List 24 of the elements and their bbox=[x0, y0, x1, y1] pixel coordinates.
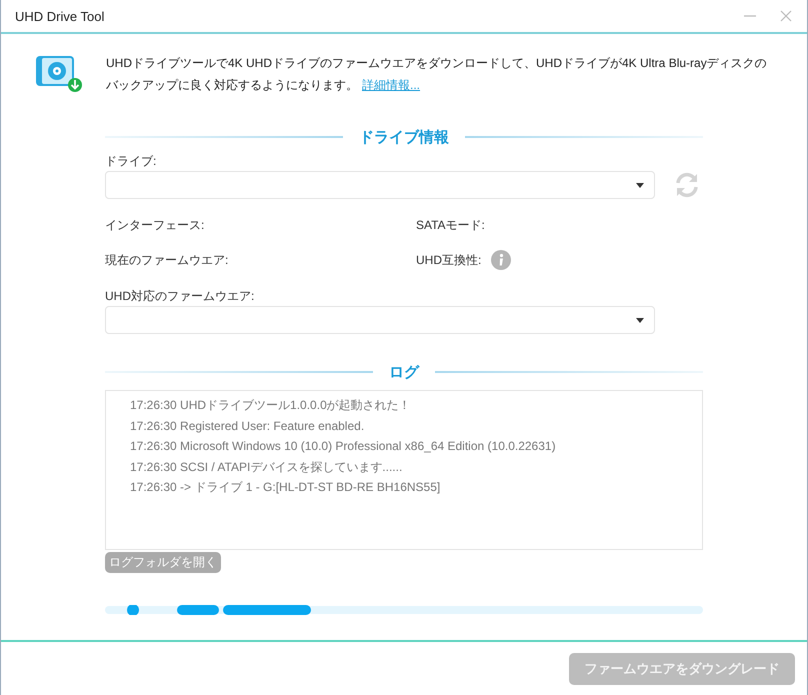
field-label: インターフェース: bbox=[105, 217, 206, 234]
dropdown-field[interactable] bbox=[105, 171, 655, 199]
field-label: SATAモード: bbox=[416, 217, 486, 234]
drive-download-icon bbox=[34, 54, 84, 94]
field-label: UHD対応のファームウエア: bbox=[105, 288, 256, 305]
details-link[interactable]: 詳細情報... bbox=[362, 78, 420, 92]
log-line: 17:26:30 Microsoft Windows 10 (10.0) Professional x86_64 Edition (10.0.22631) bbox=[130, 438, 557, 455]
log-line: 17:26:30 -> ドライブ 1 - G:[HL-DT-ST BD-RE BH16NS55] bbox=[130, 479, 442, 496]
log-line: 17:26:30 SCSI / ATAPIデバイスを探しています...... bbox=[130, 458, 404, 476]
section-heading: ドライブ情報 bbox=[359, 128, 449, 146]
info-icon[interactable] bbox=[491, 250, 512, 270]
dropdown-field[interactable] bbox=[105, 306, 655, 334]
field-label: 現在のファームウエア: bbox=[105, 252, 230, 269]
open-folder-button[interactable]: ログフォルダを開く bbox=[105, 552, 221, 573]
caret-icon bbox=[636, 182, 644, 188]
window-title: UHD Drive Tool bbox=[15, 8, 104, 24]
caret-icon bbox=[636, 318, 644, 322]
intro-text: UHDドライブツールで4K UHDドライブのファームウエアをダウンロードして、UHDドライブが4K Ultra Blu-rayディスクのバックアップに良く対応するようになります。 詳細情報... bbox=[106, 55, 768, 94]
field-label: ドライブ: bbox=[105, 153, 158, 170]
log-line: 17:26:30 Registered User: Feature enabled. bbox=[130, 418, 366, 434]
field-label: UHD互換性: bbox=[416, 252, 482, 268]
close-icon[interactable] bbox=[779, 9, 793, 23]
section-heading: ログ bbox=[389, 362, 419, 382]
log-line: 17:26:30 UHDドライブツール1.0.0.0が起動された！ bbox=[130, 397, 412, 414]
